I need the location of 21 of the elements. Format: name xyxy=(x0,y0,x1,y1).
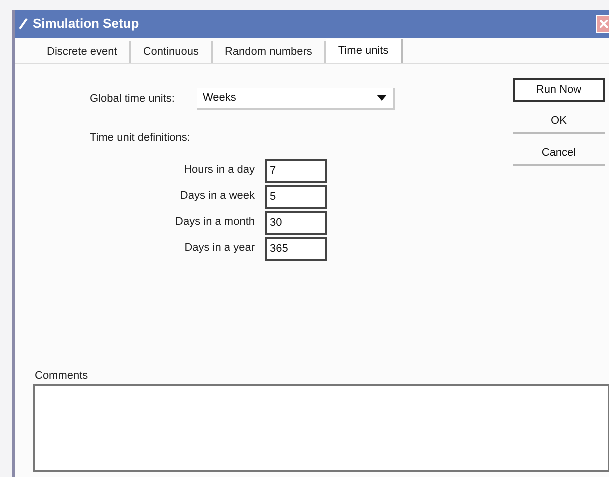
tab[interactable]: Continuous xyxy=(131,41,213,63)
close-icon xyxy=(600,20,608,28)
definitions-heading: Time unit definitions: xyxy=(90,131,190,146)
field-label: Days in a month xyxy=(174,215,255,230)
number-field[interactable]: 365 xyxy=(265,236,327,260)
number-field[interactable]: 7 xyxy=(265,158,327,182)
app-icon xyxy=(19,18,29,30)
field-label: Days in a year xyxy=(184,241,255,256)
window-title: Simulation Setup xyxy=(33,15,140,34)
time-units-dropdown[interactable]: Weeks xyxy=(196,88,395,110)
tab[interactable]: Discrete event xyxy=(35,41,132,63)
field-label: Days in a week xyxy=(179,189,255,204)
number-field[interactable]: 30 xyxy=(265,210,327,234)
global-time-units-label: Global time units: xyxy=(90,92,175,107)
comments-field[interactable] xyxy=(33,384,609,472)
tab[interactable]: Time units xyxy=(326,39,403,63)
dialog-button[interactable]: Run Now xyxy=(513,78,605,102)
comments-label: Comments xyxy=(35,368,88,384)
dropdown-arrow-icon xyxy=(376,95,387,101)
field-label: Hours in a day xyxy=(183,163,255,178)
number-field[interactable]: 5 xyxy=(265,184,327,208)
